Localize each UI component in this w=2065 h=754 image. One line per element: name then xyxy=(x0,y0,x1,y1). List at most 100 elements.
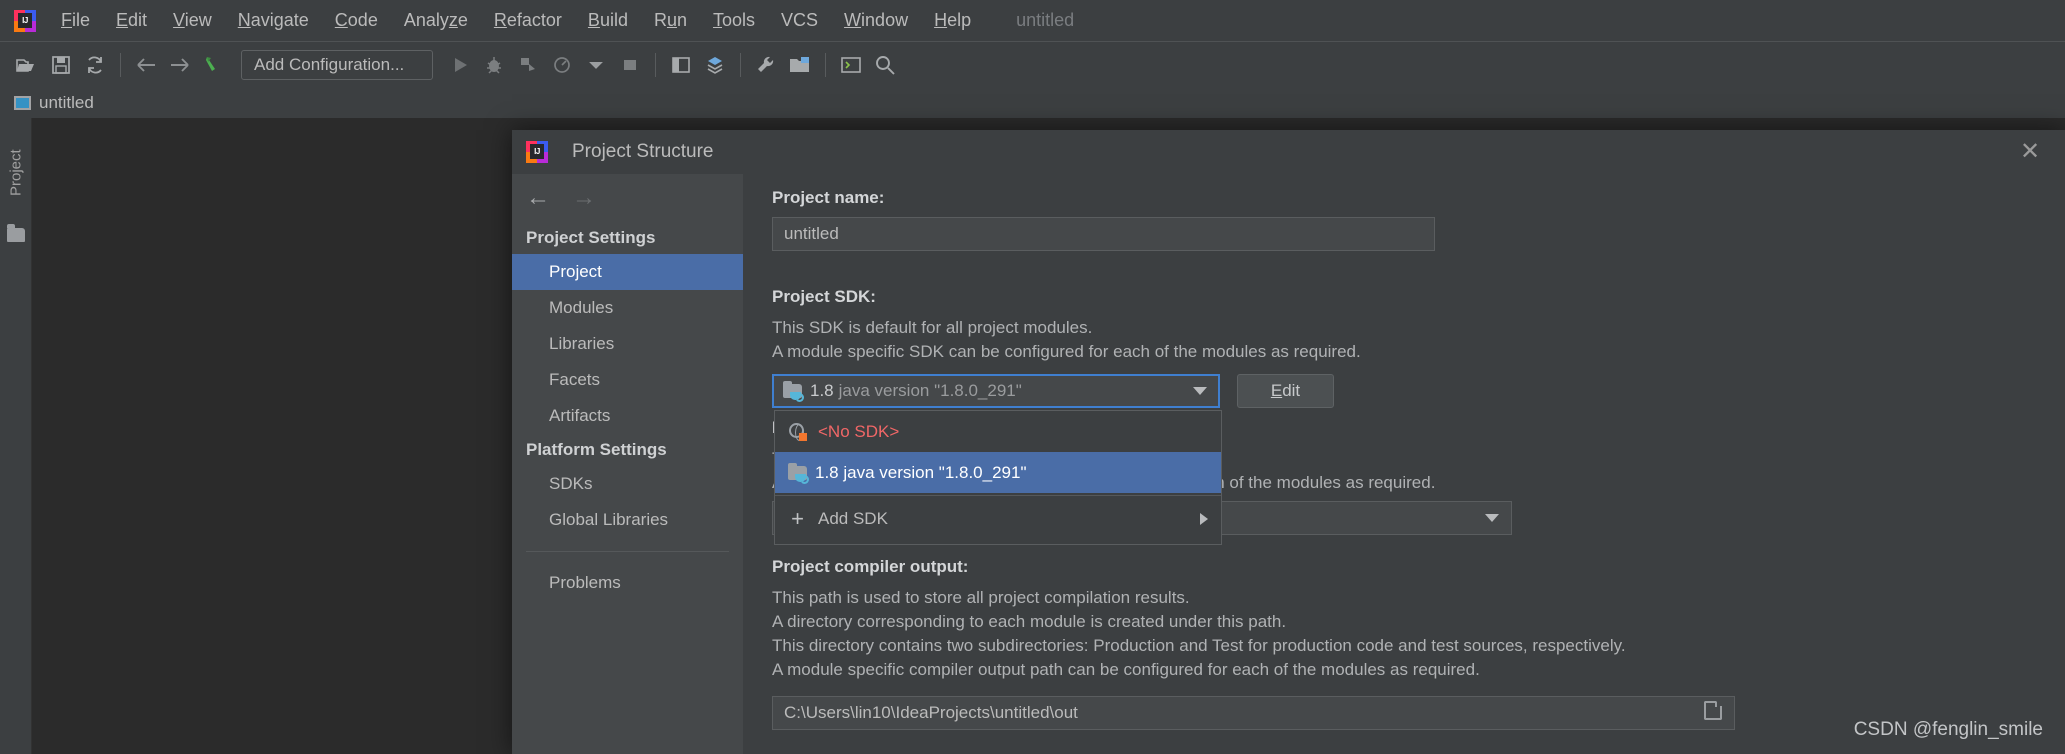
stop-icon[interactable] xyxy=(613,48,647,82)
menu-item-window[interactable]: Window xyxy=(831,7,921,34)
java-sdk-folder-icon xyxy=(788,462,809,484)
dialog-body: ← → Project Settings Project Modules Lib… xyxy=(512,174,2065,754)
menu-item-navigate[interactable]: Navigate xyxy=(225,7,322,34)
sidebar-item-artifacts[interactable]: Artifacts xyxy=(512,398,743,434)
menu-item-run[interactable]: Run xyxy=(641,7,700,34)
sdk-dropdown-popup: <No SDK> 1.8 java version "1.8.0_291" + … xyxy=(774,410,1222,545)
sidebar-item-project-toolwindow[interactable]: Project xyxy=(0,130,32,216)
compiler-output-path-input[interactable]: C:\Users\lin10\IdeaProjects\untitled\out xyxy=(772,696,1735,730)
dialog-main-panel: Project name: untitled Project SDK: This… xyxy=(743,174,2065,754)
toolbar-separator-4 xyxy=(825,52,826,77)
navigation-bar: untitled xyxy=(0,87,2065,118)
save-icon[interactable] xyxy=(44,48,78,82)
sidebar-navigation: ← → xyxy=(512,174,743,222)
forward-arrow-icon[interactable] xyxy=(163,48,197,82)
sidebar-divider xyxy=(526,551,729,552)
close-icon[interactable]: ✕ xyxy=(2017,139,2043,165)
open-folder-icon[interactable] xyxy=(10,48,44,82)
menu-item-help[interactable]: Help xyxy=(921,7,984,34)
popup-divider xyxy=(775,495,1221,496)
toolbar-separator-1 xyxy=(120,52,121,77)
project-sdk-label: Project SDK: xyxy=(772,287,876,306)
project-compiler-output-section: Project compiler output: This path is us… xyxy=(772,557,2037,730)
project-name-label: Project name: xyxy=(772,188,885,207)
run-coverage-icon[interactable] xyxy=(511,48,545,82)
menu-item-build[interactable]: Build xyxy=(575,7,641,34)
compiler-output-path-value: C:\Users\lin10\IdeaProjects\untitled\out xyxy=(784,703,1078,722)
menu-item-code[interactable]: Code xyxy=(322,7,391,34)
toggle-panel-icon[interactable] xyxy=(664,48,698,82)
intellij-logo-icon: IJ xyxy=(14,9,36,32)
sdk-option-java-18[interactable]: 1.8 java version "1.8.0_291" xyxy=(775,452,1221,493)
sidebar-group-project-settings: Project Settings xyxy=(526,228,656,247)
sdk-detail: java version "1.8.0_291" xyxy=(838,381,1022,400)
run-dropdown-icon[interactable] xyxy=(579,48,613,82)
sidebar-item-modules[interactable]: Modules xyxy=(512,290,743,326)
dialog-title: Project Structure xyxy=(572,141,714,162)
sdk-option-add-sdk[interactable]: + Add SDK xyxy=(775,498,1221,539)
menu-item-analyze[interactable]: Analyze xyxy=(391,7,481,34)
intellij-logo-text: IJ xyxy=(18,12,32,28)
sidebar-item-global-libraries[interactable]: Global Libraries xyxy=(512,502,743,538)
chevron-down-icon[interactable] xyxy=(1485,514,1499,522)
profile-icon[interactable] xyxy=(545,48,579,82)
back-arrow-icon[interactable]: ← xyxy=(526,186,550,210)
back-arrow-icon[interactable] xyxy=(129,48,163,82)
menu-item-view[interactable]: View xyxy=(160,7,225,34)
project-sdk-row: 1.8 java version "1.8.0_291" <No SDK> 1.… xyxy=(772,374,2037,545)
sidebar-item-facets[interactable]: Facets xyxy=(512,362,743,398)
build-hammer-icon[interactable] xyxy=(197,48,231,82)
sidebar-item-problems[interactable]: Problems xyxy=(512,565,743,601)
debug-icon[interactable] xyxy=(477,48,511,82)
sdk-option-java-18-label: 1.8 java version "1.8.0_291" xyxy=(815,462,1027,482)
project-module-icon xyxy=(14,95,31,110)
window-project-title: untitled xyxy=(1016,10,1075,30)
menu-item-vcs[interactable]: VCS xyxy=(768,7,831,34)
dialog-sidebar: ← → Project Settings Project Modules Lib… xyxy=(512,174,743,754)
project-structure-icon[interactable] xyxy=(783,48,817,82)
run-icon[interactable] xyxy=(443,48,477,82)
project-sdk-combobox[interactable]: 1.8 java version "1.8.0_291" <No SDK> 1.… xyxy=(772,374,1222,545)
sdk-version: 1.8 xyxy=(810,381,834,400)
dialog-logo-text: IJ xyxy=(530,144,544,159)
compiler-desc-line-3: This directory contains two subdirectori… xyxy=(772,636,1626,655)
forward-arrow-icon[interactable]: → xyxy=(572,186,596,210)
chevron-down-icon[interactable] xyxy=(1193,387,1207,395)
watermark: CSDN @fenglin_smile xyxy=(1853,719,2043,740)
main-toolbar: Add Configuration... xyxy=(0,41,2065,87)
terminal-icon[interactable] xyxy=(834,48,868,82)
menu-item-tools[interactable]: Tools xyxy=(700,7,768,34)
structure-icon[interactable] xyxy=(698,48,732,82)
toolbar-separator-2 xyxy=(655,52,656,77)
project-name-input[interactable]: untitled xyxy=(772,217,1435,251)
sync-icon[interactable] xyxy=(78,48,112,82)
compiler-desc-line-4: A module specific compiler output path c… xyxy=(772,660,1480,679)
dialog-intellij-logo-icon: IJ xyxy=(526,141,548,163)
search-icon[interactable] xyxy=(868,48,902,82)
menu-item-file[interactable]: File xyxy=(48,7,103,34)
java-sdk-folder-icon xyxy=(783,381,804,402)
add-configuration-button[interactable]: Add Configuration... xyxy=(241,49,433,80)
sdk-option-no-sdk[interactable]: <No SDK> xyxy=(775,411,1221,452)
project-sdk-desc-line-1: This SDK is default for all project modu… xyxy=(772,318,1093,337)
plus-icon: + xyxy=(791,505,804,531)
sidebar-item-project[interactable]: Project xyxy=(512,254,743,290)
project-structure-dialog: IJ Project Structure ✕ ← → Project Setti… xyxy=(512,130,2065,754)
sdk-option-no-sdk-label: <No SDK> xyxy=(818,421,900,441)
breadcrumb[interactable]: untitled xyxy=(39,93,94,113)
menu-item-refactor[interactable]: Refactor xyxy=(481,7,575,34)
left-tool-window-strip: Project xyxy=(0,118,32,754)
toolbar-separator-3 xyxy=(740,52,741,77)
sdk-option-add-sdk-label: Add SDK xyxy=(818,508,888,528)
project-sdk-desc-line-2: A module specific SDK can be configured … xyxy=(772,342,1361,361)
sidebar-item-libraries[interactable]: Libraries xyxy=(512,326,743,362)
menu-item-edit[interactable]: Edit xyxy=(103,7,160,34)
edit-sdk-button[interactable]: Edit xyxy=(1237,374,1334,408)
menu-bar: IJ File Edit View Navigate Code Analyze … xyxy=(0,0,2065,41)
settings-wrench-icon[interactable] xyxy=(749,48,783,82)
dialog-title-bar: IJ Project Structure ✕ xyxy=(512,130,2065,174)
sidebar-item-sdks[interactable]: SDKs xyxy=(512,466,743,502)
browse-folder-icon[interactable] xyxy=(1704,701,1722,720)
folder-icon[interactable] xyxy=(7,224,25,242)
project-compiler-output-label: Project compiler output: xyxy=(772,557,969,576)
